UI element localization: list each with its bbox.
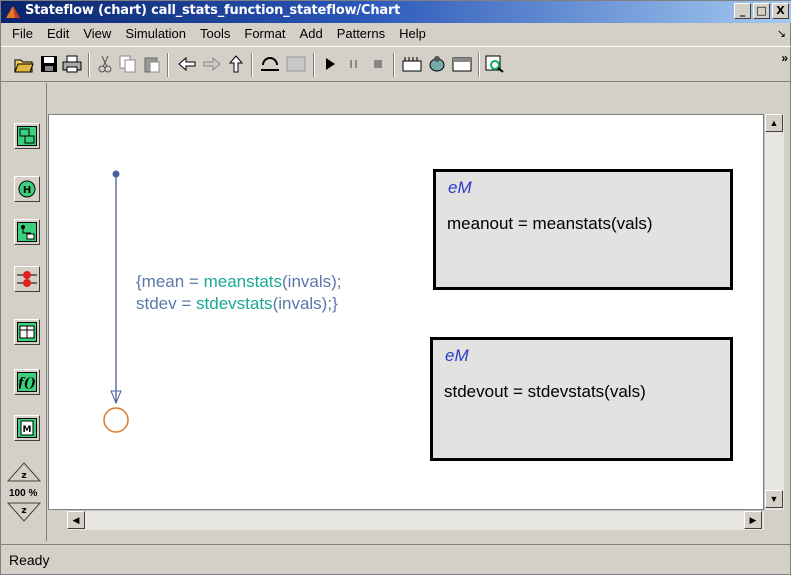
- meanstats-call: meanstats: [203, 272, 283, 291]
- menu-file[interactable]: File: [5, 24, 40, 44]
- zoom-control: z z 100 %: [6, 461, 42, 523]
- status-bar: Ready: [1, 544, 791, 575]
- undo-icon[interactable]: [259, 53, 281, 75]
- svg-text:H: H: [23, 185, 31, 196]
- explore-icon[interactable]: [484, 53, 506, 75]
- scroll-left-icon[interactable]: ◀: [67, 511, 85, 529]
- state-tool-button[interactable]: [14, 123, 40, 149]
- scroll-up-icon[interactable]: ▲: [765, 114, 783, 132]
- menu-help[interactable]: Help: [392, 24, 433, 44]
- chart-canvas[interactable]: {mean = meanstats(invals); stdev = stdev…: [48, 114, 764, 510]
- function-icon: f(): [17, 372, 37, 392]
- maximize-button[interactable]: □: [753, 3, 770, 19]
- menu-bar: File Edit View Simulation Tools Format A…: [1, 23, 791, 45]
- menu-tools[interactable]: Tools: [193, 24, 237, 44]
- embedded-matlab-icon: M: [17, 418, 37, 438]
- debug-icon[interactable]: [426, 53, 448, 75]
- scroll-right-icon[interactable]: ▶: [744, 511, 762, 529]
- svg-text:z: z: [21, 471, 26, 481]
- print-icon[interactable]: [61, 53, 83, 75]
- stop-icon[interactable]: [367, 53, 389, 75]
- connective-junction-icon: [17, 271, 37, 287]
- cut-icon[interactable]: [94, 53, 116, 75]
- default-transition-icon: [17, 222, 37, 242]
- state-name: eM: [448, 178, 472, 197]
- menu-edit[interactable]: Edit: [40, 24, 76, 44]
- horizontal-scrollbar[interactable]: ◀ ▶: [67, 510, 764, 530]
- window-title: Stateflow (chart) call_stats_function_st…: [25, 3, 401, 18]
- embedded-matlab-button[interactable]: M: [14, 415, 40, 441]
- menu-format[interactable]: Format: [237, 24, 292, 44]
- svg-text:z: z: [21, 506, 26, 516]
- stateflow-window: Stateflow (chart) call_stats_function_st…: [0, 0, 791, 575]
- connective-junction-button[interactable]: [14, 266, 40, 292]
- transition-label[interactable]: {mean = meanstats(invals); stdev = stdev…: [136, 271, 342, 315]
- save-icon[interactable]: [38, 53, 60, 75]
- svg-text:f(): f(): [19, 376, 35, 390]
- menu-add[interactable]: Add: [293, 24, 330, 44]
- state-stdevout[interactable]: eM stdevout = stdevstats(vals): [430, 337, 733, 461]
- truth-table-button[interactable]: [14, 319, 40, 345]
- status-text: Ready: [9, 552, 50, 568]
- toolbar-overflow-icon[interactable]: »: [781, 51, 788, 65]
- state-action: stdevout = stdevstats(vals): [444, 382, 646, 401]
- state-name: eM: [445, 346, 469, 365]
- truth-table-icon: [17, 322, 37, 342]
- state-action: meanout = meanstats(vals): [447, 214, 653, 233]
- menu-patterns[interactable]: Patterns: [330, 24, 392, 44]
- vertical-scrollbar[interactable]: ▲ ▼: [764, 114, 784, 510]
- menu-view[interactable]: View: [76, 24, 118, 44]
- object-palette: H f() M z: [1, 83, 47, 541]
- minimize-button[interactable]: _: [734, 3, 751, 19]
- pause-icon[interactable]: [343, 53, 365, 75]
- zoom-level: 100 %: [9, 488, 38, 499]
- toolbar: »: [1, 46, 791, 82]
- forward-icon[interactable]: [201, 53, 223, 75]
- copy-icon[interactable]: [117, 53, 139, 75]
- open-folder-icon[interactable]: [13, 53, 35, 75]
- back-icon[interactable]: [176, 53, 198, 75]
- svg-text:M: M: [23, 425, 32, 435]
- paste-icon[interactable]: [141, 53, 163, 75]
- close-button[interactable]: X: [772, 3, 789, 19]
- stdevstats-call: stdevstats: [196, 294, 273, 313]
- history-junction-icon: H: [18, 180, 36, 198]
- model-explorer-icon[interactable]: [451, 53, 473, 75]
- up-icon[interactable]: [225, 53, 247, 75]
- build-icon[interactable]: [401, 53, 423, 75]
- state-tool-icon: [17, 126, 37, 146]
- stateflow-logo-icon: [6, 6, 20, 18]
- start-icon[interactable]: [319, 53, 341, 75]
- graphical-function-button[interactable]: f(): [14, 369, 40, 395]
- history-junction-button[interactable]: H: [14, 176, 40, 202]
- redo-icon[interactable]: [285, 53, 307, 75]
- default-transition-button[interactable]: [14, 219, 40, 245]
- title-bar[interactable]: Stateflow (chart) call_stats_function_st…: [1, 1, 791, 23]
- menu-simulation[interactable]: Simulation: [118, 24, 193, 44]
- connective-junction[interactable]: [103, 407, 129, 433]
- state-meanout[interactable]: eM meanout = meanstats(vals): [433, 169, 733, 290]
- menu-overflow-icon[interactable]: ↘: [777, 27, 786, 40]
- scroll-down-icon[interactable]: ▼: [765, 490, 783, 508]
